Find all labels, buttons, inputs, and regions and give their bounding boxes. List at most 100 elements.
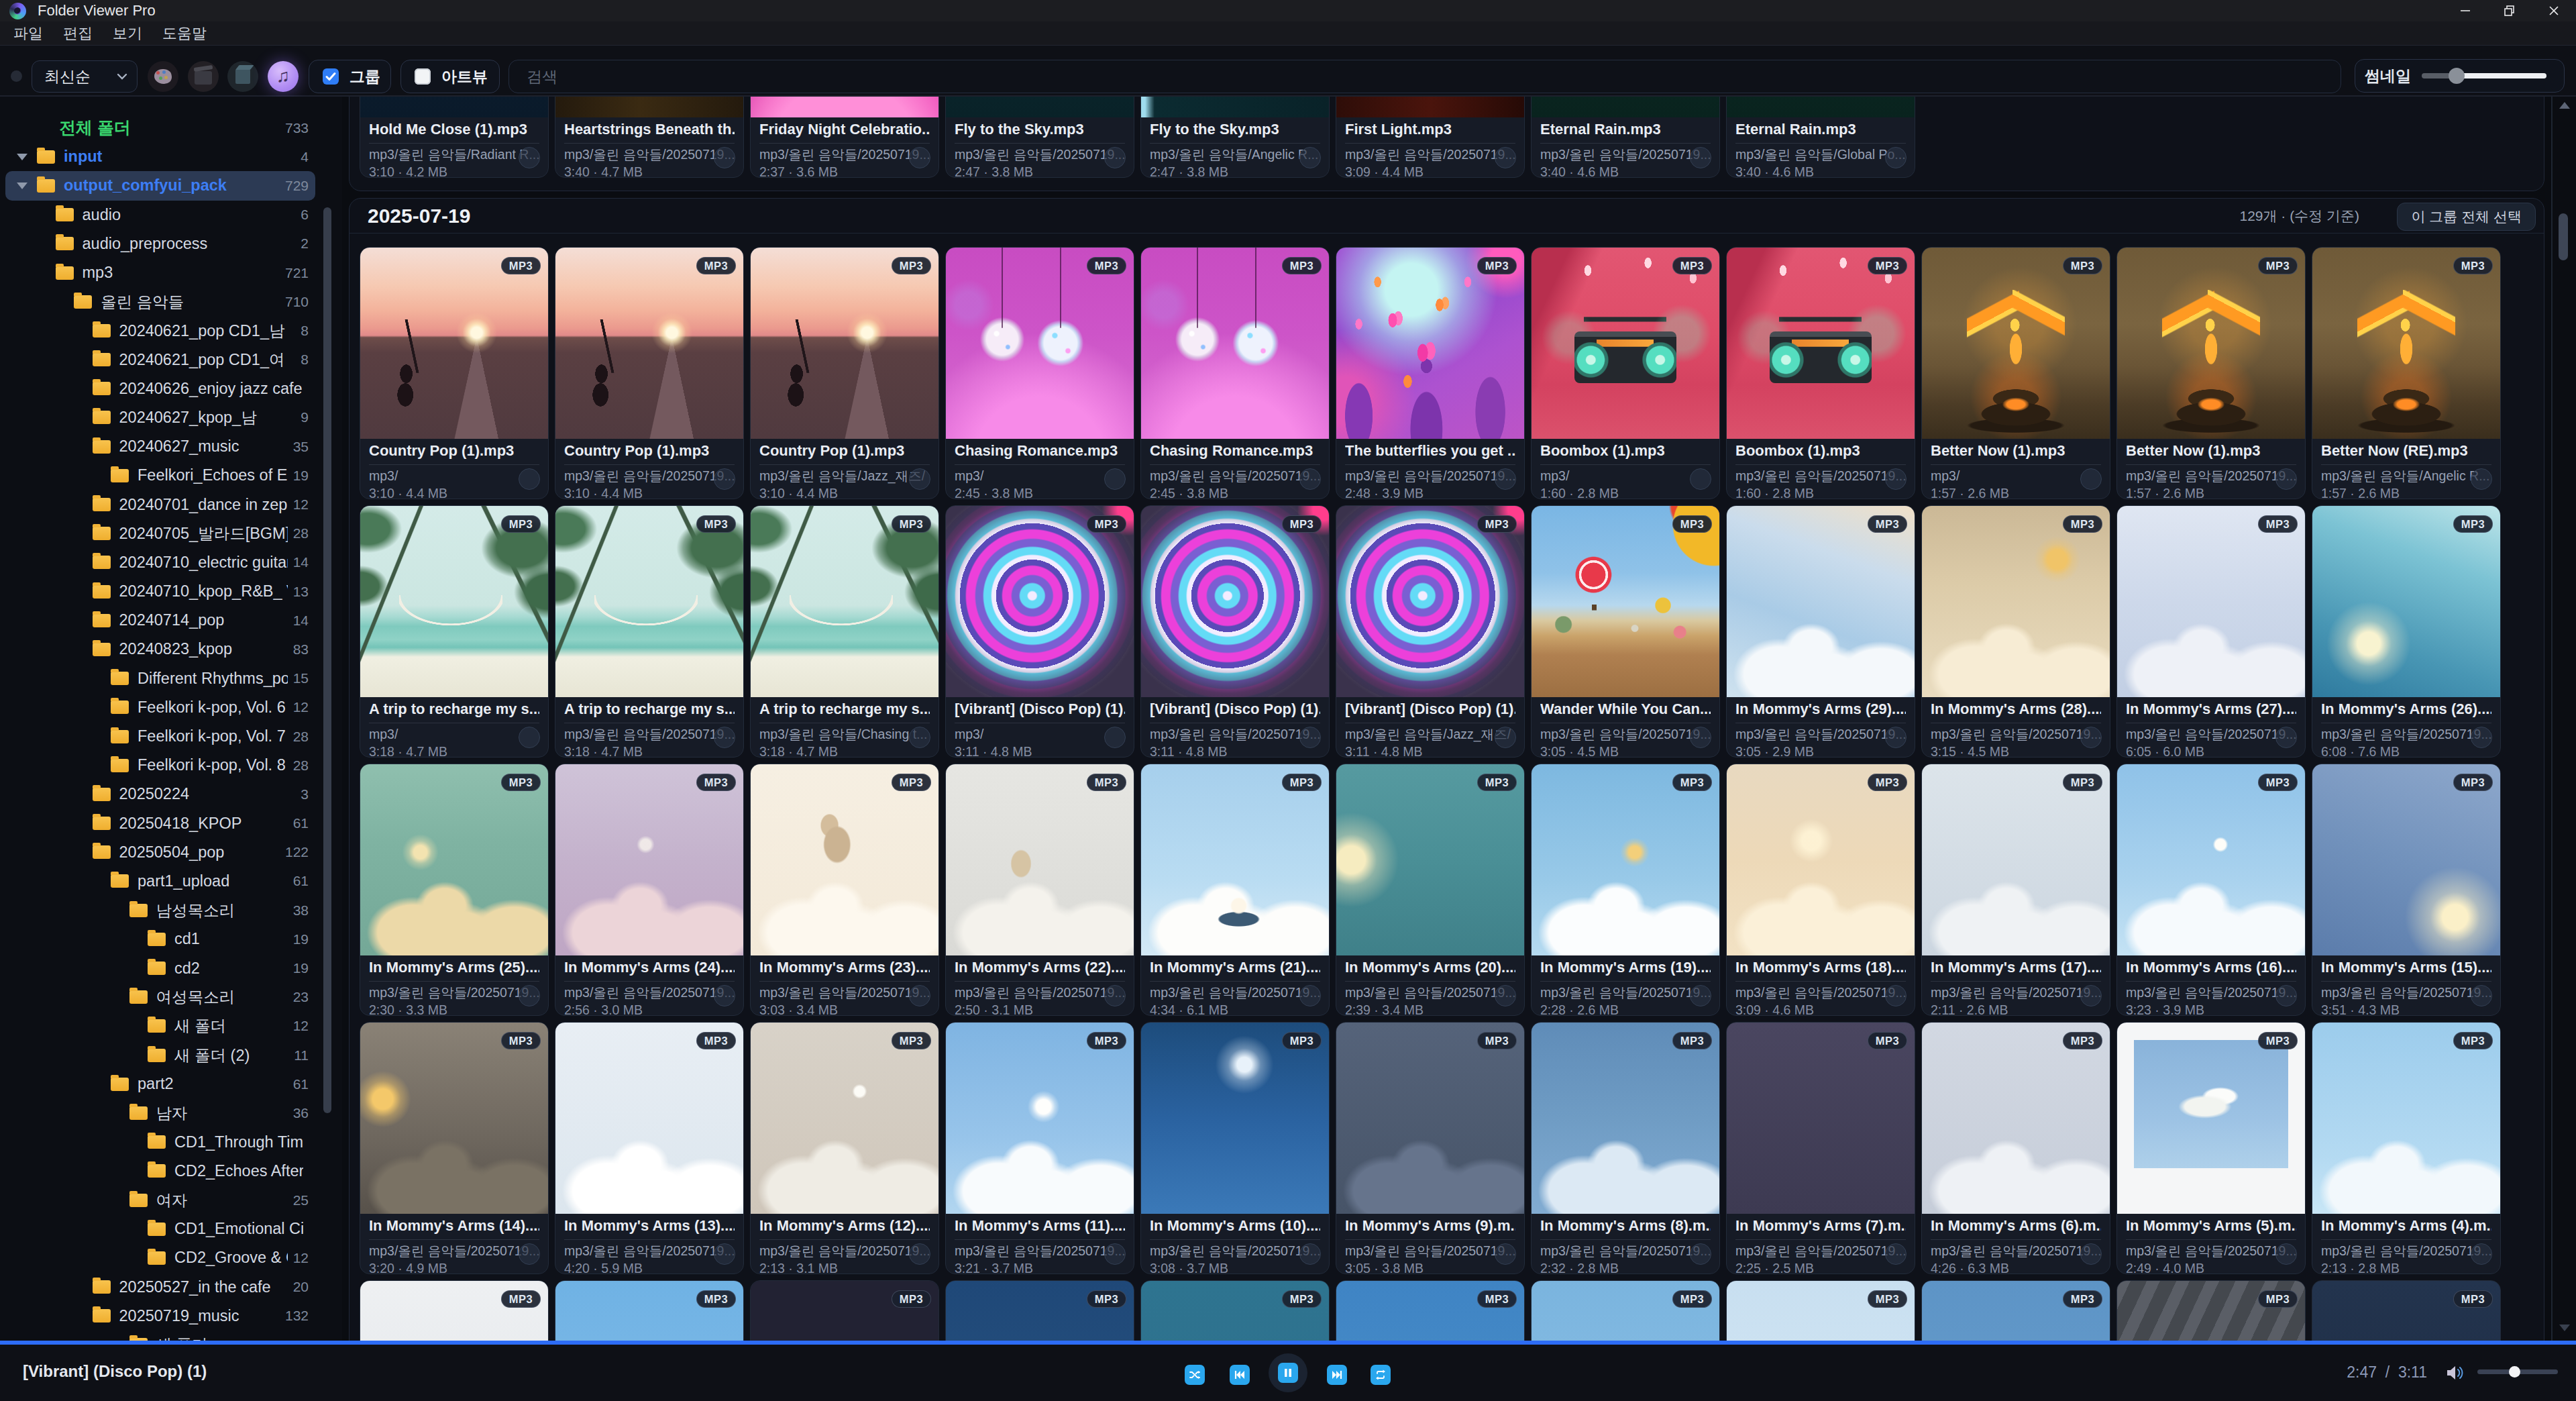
select-circle[interactable] — [2080, 468, 2102, 490]
sidebar-folder-item[interactable]: 여자25 — [5, 1186, 315, 1214]
minimize-button[interactable] — [2443, 0, 2487, 21]
select-circle[interactable] — [1299, 985, 1321, 1006]
select-circle[interactable] — [2275, 985, 2297, 1006]
sidebar-folder-item[interactable]: 20250719_music132 — [5, 1302, 315, 1331]
file-card[interactable]: MP3 — [2116, 1280, 2306, 1341]
sidebar-folder-item[interactable]: 20240621_pop CD1_남8 — [5, 316, 315, 345]
select-circle[interactable] — [2080, 727, 2102, 748]
file-card[interactable]: MP3 Better Now (1).mp3 mp3/ 1:57 · 2.6 M… — [1921, 247, 2110, 499]
sidebar-folder-item[interactable]: cd119 — [5, 925, 315, 953]
close-button[interactable] — [2532, 0, 2576, 21]
sidebar-folder-item[interactable]: 남자36 — [5, 1098, 315, 1127]
pause-button[interactable] — [1278, 1363, 1298, 1383]
file-card[interactable]: MP3 [Vibrant] (Disco Pop) (1)... mp3/ 3:… — [945, 505, 1134, 758]
select-circle[interactable] — [2471, 985, 2492, 1006]
file-card[interactable]: MP3 Boombox (1).mp3 mp3/올린 음악들/20250719.… — [1726, 247, 1915, 499]
file-card[interactable]: MP3 In Mommy's Arms (7).m... mp3/올린 음악들/… — [1726, 1022, 1915, 1274]
file-card[interactable]: MP3 In Mommy's Arms (16).... mp3/올린 음악들/… — [2116, 764, 2306, 1016]
select-circle[interactable] — [1690, 1243, 1711, 1265]
volume-icon[interactable] — [2445, 1364, 2465, 1384]
select-circle[interactable] — [2275, 727, 2297, 748]
select-circle[interactable] — [1495, 147, 1516, 168]
select-circle[interactable] — [714, 147, 735, 168]
select-circle[interactable] — [909, 727, 930, 748]
file-card[interactable]: MP3 Better Now (RE).mp3 mp3/올린 음악들/Angel… — [2312, 247, 2501, 499]
file-card[interactable]: MP3 — [360, 1280, 549, 1341]
file-card[interactable]: MP3 The butterflies you get ... mp3/올린 음… — [1336, 247, 1525, 499]
select-circle[interactable] — [1495, 468, 1516, 490]
sidebar-folder-item[interactable]: audio6 — [5, 201, 315, 229]
select-circle[interactable] — [1495, 1243, 1516, 1265]
file-card[interactable]: MP3 — [1140, 1280, 1330, 1341]
file-card[interactable]: MP3 — [1531, 1280, 1720, 1341]
file-card[interactable]: MP3 In Mommy's Arms (24).... mp3/올린 음악들/… — [555, 764, 744, 1016]
select-circle[interactable] — [519, 727, 540, 748]
scrollbar-thumb[interactable] — [323, 207, 331, 1113]
file-card[interactable]: MP3 Country Pop (1).mp3 mp3/ 3:10 · 4.4 … — [360, 247, 549, 499]
menu-item-0[interactable]: 파일 — [13, 23, 43, 44]
file-card[interactable]: MP3 In Mommy's Arms (9).m... mp3/올린 음악들/… — [1336, 1022, 1525, 1274]
file-card[interactable]: MP3 Eternal Rain.mp3 mp3/올린 음악들/20250719… — [1531, 97, 1720, 178]
file-card[interactable]: MP3 In Mommy's Arms (10).... mp3/올린 음악들/… — [1140, 1022, 1330, 1274]
file-card[interactable]: MP3 Better Now (1).mp3 mp3/올린 음악들/202507… — [2116, 247, 2306, 499]
select-circle[interactable] — [2471, 727, 2492, 748]
sidebar-folder-item[interactable]: Feelkori k-pop, Vol. 828 — [5, 751, 315, 780]
select-circle[interactable] — [2471, 468, 2492, 490]
sidebar-folder-item[interactable]: 여성목소리23 — [5, 983, 315, 1012]
file-card[interactable]: MP3 A trip to recharge my s... mp3/올린 음악… — [555, 505, 744, 758]
file-card[interactable]: MP3 In Mommy's Arms (22).... mp3/올린 음악들/… — [945, 764, 1134, 1016]
file-card[interactable]: MP3 In Mommy's Arms (21).... mp3/올린 음악들/… — [1140, 764, 1330, 1016]
volume-knob[interactable] — [2509, 1366, 2520, 1378]
sidebar-folder-item[interactable]: 20240823_kpop83 — [5, 635, 315, 664]
sidebar-folder-item[interactable]: output_comfyui_pack729 — [5, 171, 315, 200]
file-card[interactable]: MP3 A trip to recharge my s... mp3/ 3:18… — [360, 505, 549, 758]
select-circle[interactable] — [909, 985, 930, 1006]
file-card[interactable]: MP3 In Mommy's Arms (20).... mp3/올린 음악들/… — [1336, 764, 1525, 1016]
menu-item-1[interactable]: 편집 — [63, 23, 93, 44]
select-circle[interactable] — [909, 468, 930, 490]
select-circle[interactable] — [519, 1243, 540, 1265]
file-card[interactable]: MP3 In Mommy's Arms (13).... mp3/올린 음악들/… — [555, 1022, 744, 1274]
select-circle[interactable] — [2275, 1243, 2297, 1265]
sidebar-folder-item[interactable]: 올린 음악들710 — [5, 287, 315, 316]
file-card[interactable]: MP3 In Mommy's Arms (4).m... mp3/올린 음악들/… — [2312, 1022, 2501, 1274]
artview-checkbox[interactable] — [415, 68, 431, 85]
sidebar-folder-item[interactable]: 20250418_KPOP61 — [5, 809, 315, 838]
sidebar-folder-item[interactable]: 20240626_enjoy jazz cafe (BGM) — [5, 374, 315, 403]
restore-button[interactable] — [2487, 0, 2532, 21]
sidebar-folder-item[interactable]: part261 — [5, 1070, 315, 1098]
file-card[interactable]: MP3 In Mommy's Arms (12).... mp3/올린 음악들/… — [750, 1022, 939, 1274]
select-circle[interactable] — [1299, 1243, 1321, 1265]
file-card[interactable]: MP3 Chasing Romance.mp3 mp3/ 2:45 · 3.8 … — [945, 247, 1134, 499]
file-card[interactable]: MP3 — [555, 1280, 744, 1341]
file-card[interactable]: MP3 — [1726, 1280, 1915, 1341]
sort-dropdown[interactable]: 최신순 — [32, 60, 138, 93]
file-card[interactable]: MP3 Country Pop (1).mp3 mp3/올린 음악들/20250… — [555, 247, 744, 499]
file-card[interactable]: MP3 In Mommy's Arms (17).... mp3/올린 음악들/… — [1921, 764, 2110, 1016]
file-card[interactable]: MP3 Chasing Romance.mp3 mp3/올린 음악들/20250… — [1140, 247, 1330, 499]
select-circle[interactable] — [1495, 727, 1516, 748]
menu-item-3[interactable]: 도움말 — [162, 23, 207, 44]
select-circle[interactable] — [1690, 147, 1711, 168]
select-circle[interactable] — [909, 147, 930, 168]
file-card[interactable]: MP3 Boombox (1).mp3 mp3/ 1:60 · 2.8 MB — [1531, 247, 1720, 499]
file-card[interactable]: MP3 [Vibrant] (Disco Pop) (1)... mp3/올린 … — [1140, 505, 1330, 758]
sidebar-folder-item[interactable]: Different Rhythms_pop15 — [5, 664, 315, 693]
file-card[interactable]: MP3 — [1336, 1280, 1525, 1341]
sidebar-folder-item[interactable]: mp3721 — [5, 258, 315, 287]
sidebar-folder-item[interactable]: Feelkori_Echoes of Emotion19 — [5, 461, 315, 490]
sidebar-folder-item[interactable]: part1_upload61 — [5, 867, 315, 896]
content-scrollbar[interactable] — [2553, 97, 2576, 1341]
select-circle[interactable] — [1104, 147, 1126, 168]
select-circle[interactable] — [519, 985, 540, 1006]
file-card[interactable]: MP3 Hold Me Close (1).mp3 mp3/올린 음악들/Rad… — [360, 97, 549, 178]
select-circle[interactable] — [1885, 985, 1907, 1006]
file-card[interactable]: MP3 In Mommy's Arms (26).... mp3/올린 음악들/… — [2312, 505, 2501, 758]
model-view-button[interactable] — [227, 61, 258, 92]
file-card[interactable]: MP3 In Mommy's Arms (6).m... mp3/올린 음악들/… — [1921, 1022, 2110, 1274]
file-card[interactable]: MP3 In Mommy's Arms (28).... mp3/올린 음악들/… — [1921, 505, 2110, 758]
group-toggle[interactable]: 그룹 — [309, 60, 391, 93]
select-circle[interactable] — [1885, 147, 1907, 168]
sidebar-folder-item[interactable]: 20240710_kpop_R&B_ Vol 513 — [5, 577, 315, 606]
sidebar-scrollbar[interactable] — [322, 197, 333, 1341]
